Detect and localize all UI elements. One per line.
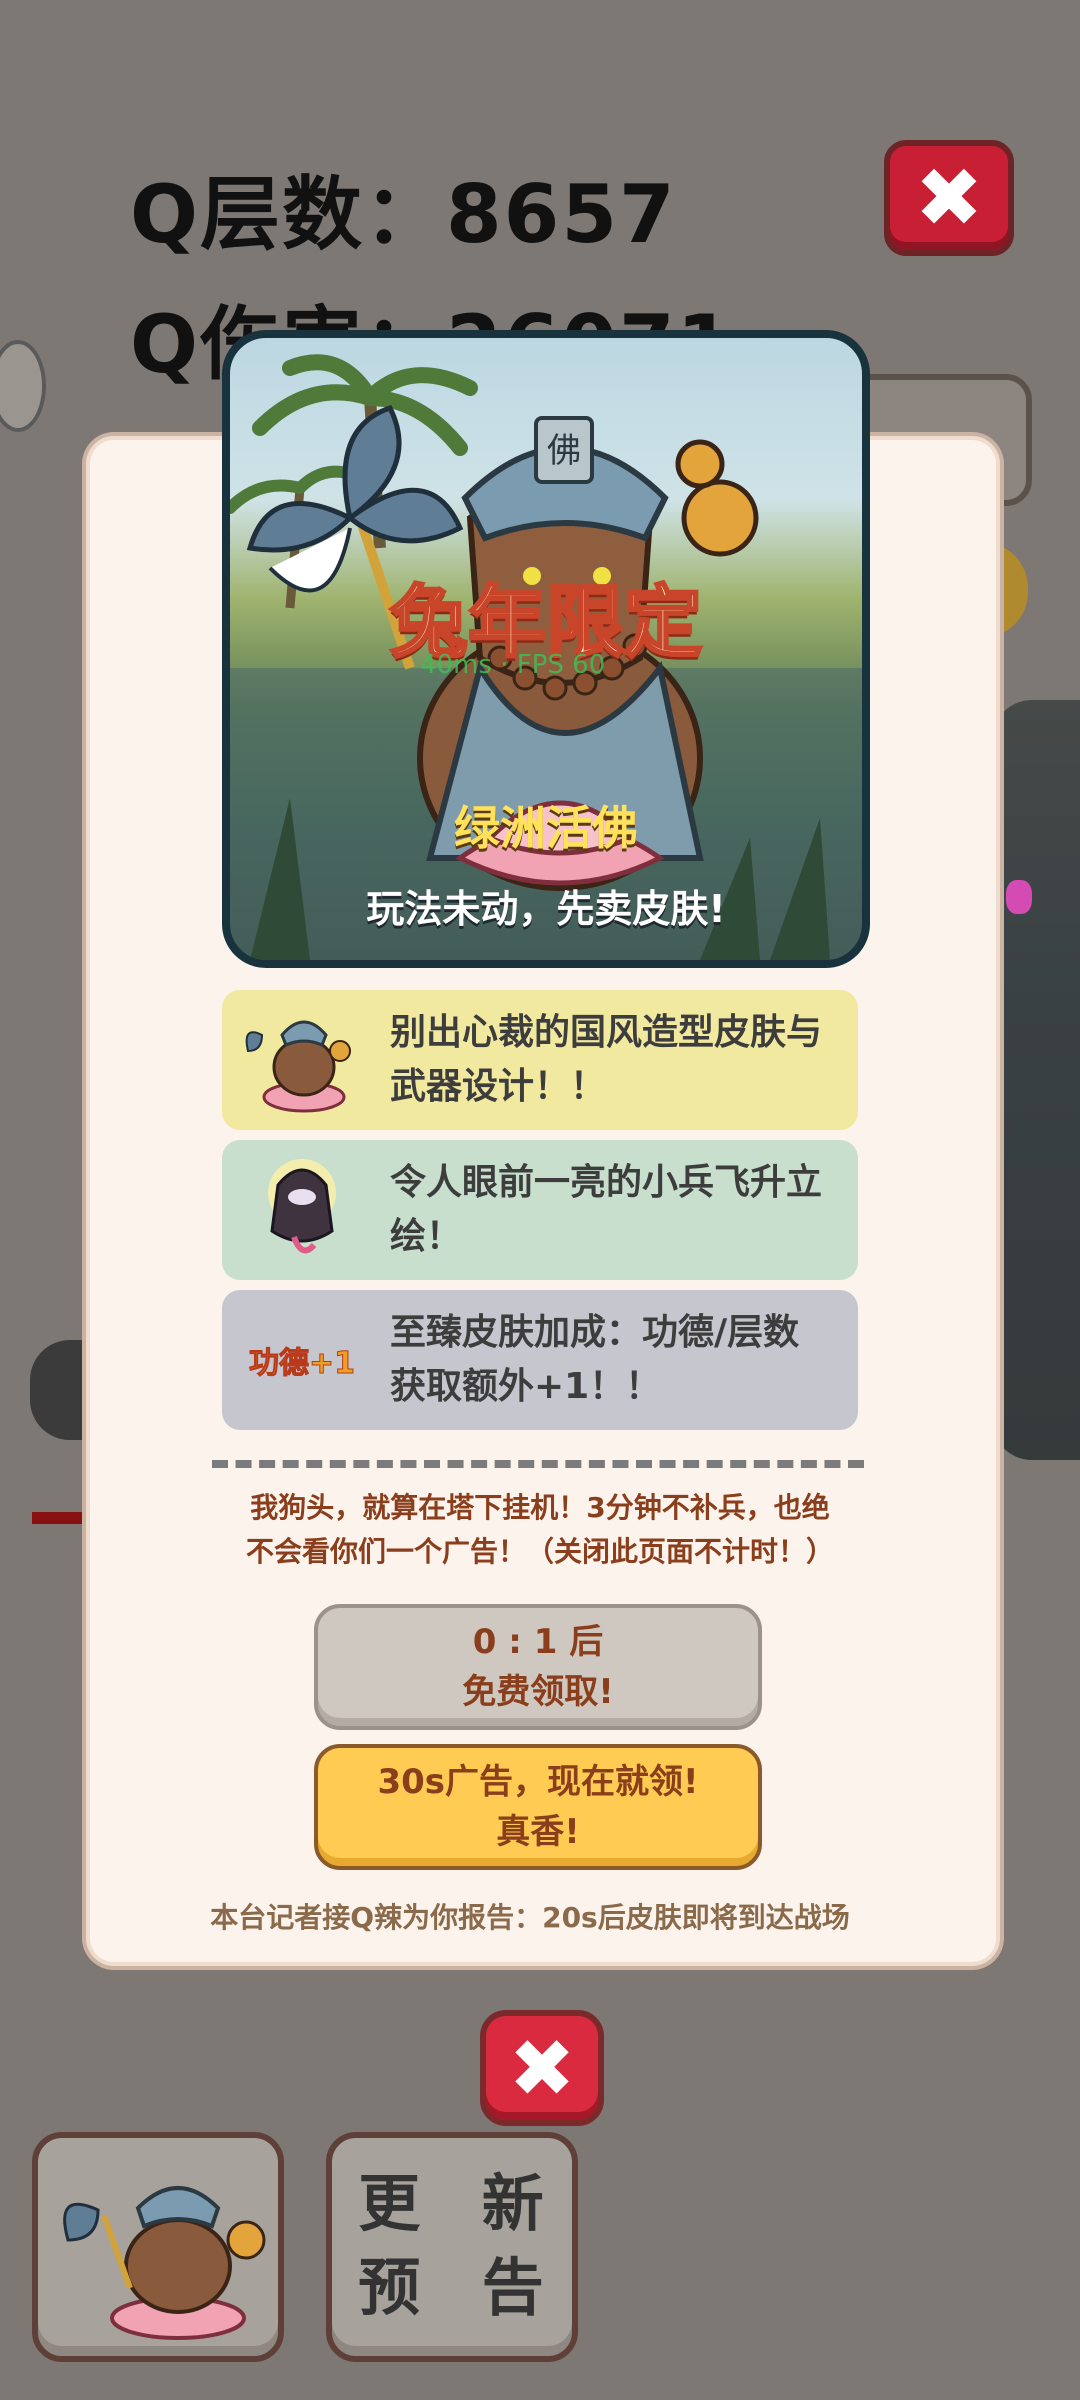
minion-thumbnail-icon <box>268 1159 336 1254</box>
side-avatar-icon[interactable] <box>0 340 46 432</box>
feature-row-minion-art: 令人眼前一亮的小兵飞升立绘！ <box>222 1140 858 1280</box>
feature-text-skin-design: 别出心裁的国风造型皮肤与武器设计！！ <box>390 1012 823 1107</box>
free-claim-timer: 0 : 1 后 <box>472 1622 604 1662</box>
skin-banner: 佛 兔年限定 40ms · FPS 60 绿洲活佛 玩法未动，先卖皮肤! <box>222 330 870 968</box>
skin-shortcut-button[interactable] <box>32 2132 284 2362</box>
feature-text-minion-art: 令人眼前一亮的小兵飞升立绘！ <box>390 1162 823 1257</box>
background-character <box>30 1340 86 1440</box>
watch-ad-line-2: 真香! <box>496 1812 580 1852</box>
dashed-divider <box>212 1460 864 1468</box>
close-icon: ✖ <box>914 150 984 246</box>
close-icon: ✖ <box>508 2021 576 2115</box>
banner-caption: 玩法未动，先卖皮肤! <box>366 887 726 931</box>
svg-text:佛: 佛 <box>547 431 581 471</box>
watch-ad-line-1: 30s广告，现在就领! <box>377 1762 699 1802</box>
footer-report: 本台记者接Q辣为你报告：20s后皮肤即将到达战场 <box>210 1901 850 1934</box>
skin-thumbnail-icon <box>245 1020 351 1113</box>
feature-text-bonus: 至臻皮肤加成：功德/层数获取额外+1！！ <box>390 1312 800 1407</box>
skin-character-icon <box>63 2186 266 2340</box>
update-preview-line-1: 更 新 <box>358 2167 564 2240</box>
free-claim-label: 免费领取! <box>462 1672 614 1712</box>
close-hud-button[interactable]: ✖ <box>884 140 1014 256</box>
feature-row-skin-design: 别出心裁的国风造型皮肤与武器设计！！ <box>222 990 858 1130</box>
update-preview-button[interactable]: 更 新 预 告 <box>326 2132 578 2362</box>
close-modal-button[interactable]: ✖ <box>480 2010 604 2126</box>
watch-ad-button[interactable]: 30s广告，现在就领! 真香! <box>314 1744 762 1870</box>
background-health-bar <box>32 1512 86 1524</box>
q-layers-label: Q层数：8657 <box>130 168 677 261</box>
merit-bonus-icon: 功德+1 <box>248 1346 355 1382</box>
notice-line-1: 我狗头，就算在塔下挂机！3分钟不补兵，也绝 <box>250 1491 830 1524</box>
skin-name: 绿洲活佛 <box>454 801 638 855</box>
background-monster <box>992 700 1080 1460</box>
feature-row-bonus: 功德+1 至臻皮肤加成：功德/层数获取额外+1！！ <box>222 1290 858 1430</box>
free-claim-button[interactable]: 0 : 1 后 免费领取! <box>314 1604 762 1730</box>
notice-line-2: 不会看你们一个广告！（关闭此页面不计时！） <box>245 1535 834 1568</box>
update-preview-line-2: 预 告 <box>358 2251 564 2324</box>
fps-overlay: 40ms · FPS 60 <box>420 650 606 680</box>
